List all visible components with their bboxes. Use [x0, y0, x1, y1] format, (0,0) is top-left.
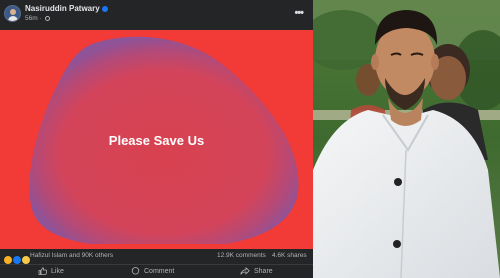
comment-button[interactable]: Comment: [131, 267, 174, 275]
share-icon: [240, 267, 250, 275]
reactions-summary[interactable]: Hafizul Islam and 90K others: [30, 252, 113, 259]
like-label: Like: [51, 267, 64, 275]
avatar-head: [10, 9, 16, 15]
like-button[interactable]: Like: [38, 267, 64, 275]
globe-icon: [45, 15, 51, 21]
post-meta: 56m ·: [25, 15, 51, 22]
post-image[interactable]: Please Save Us: [0, 30, 313, 249]
thumbs-up-icon: [38, 267, 47, 275]
comment-icon: [131, 267, 140, 275]
comment-label: Comment: [144, 267, 175, 275]
share-button[interactable]: Share: [240, 267, 273, 275]
facebook-post: Nasiruddin Patwary 56m · ••• Please Save…: [0, 0, 313, 278]
post-image-text: Please Save Us: [108, 133, 205, 148]
author-name[interactable]: Nasiruddin Patwary: [25, 4, 100, 13]
comments-count[interactable]: 12.9K comments: [217, 252, 266, 259]
reactions-bar: Hafizul Islam and 90K others 12.9K comme…: [0, 249, 313, 265]
portrait-illustration: [313, 0, 500, 278]
avatar-body: [8, 16, 18, 21]
more-options-icon[interactable]: •••: [294, 7, 304, 19]
share-label: Share: [254, 267, 273, 275]
post-header: Nasiruddin Patwary 56m · •••: [0, 0, 313, 30]
action-bar: Like Comment Share: [0, 264, 313, 278]
verified-badge-icon: [101, 5, 108, 12]
shares-count[interactable]: 4.6K shares: [272, 252, 307, 259]
post-time[interactable]: 56m: [25, 15, 38, 22]
man-portrait-photo: [313, 0, 500, 278]
author-name-line: Nasiruddin Patwary: [25, 4, 108, 13]
author-avatar[interactable]: [4, 5, 21, 22]
